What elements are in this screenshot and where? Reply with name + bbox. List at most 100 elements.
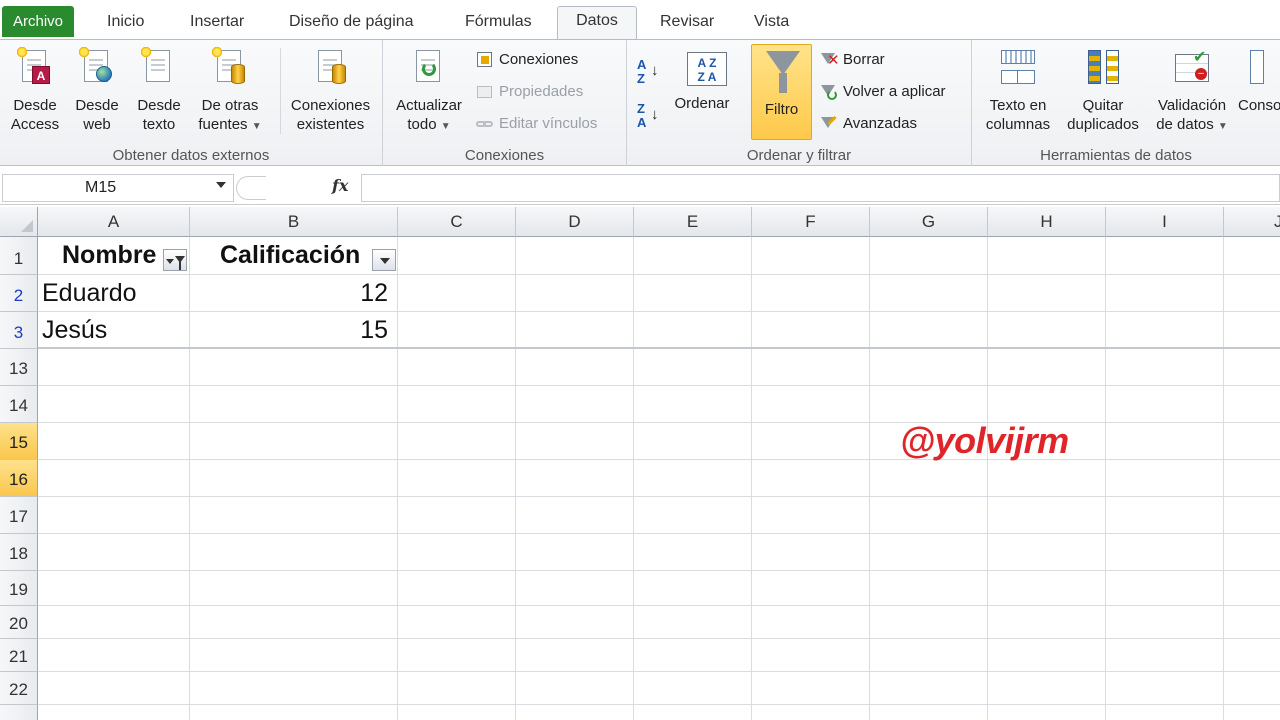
- desde-web-button[interactable]: Desde web: [69, 46, 125, 134]
- chevron-down-icon: ▼: [251, 121, 262, 132]
- actualizar-todo-button[interactable]: Actualizar todo ▼: [391, 48, 467, 136]
- col-header-e[interactable]: E: [634, 207, 752, 237]
- cell-b3[interactable]: 15: [192, 316, 388, 345]
- tab-inicio[interactable]: Inicio: [97, 8, 154, 40]
- chevron-down-icon: ▼: [440, 121, 451, 132]
- header-nombre[interactable]: Nombre: [62, 241, 156, 270]
- fx-area: fx: [236, 174, 360, 202]
- tab-revisar[interactable]: Revisar: [650, 8, 724, 40]
- sort-az-button[interactable]: A Z ↓: [637, 58, 661, 86]
- borrar-button[interactable]: ✕ Borrar: [819, 48, 885, 72]
- texto-columnas-label-1: Texto en: [989, 97, 1047, 114]
- volver-aplicar-button[interactable]: Volver a aplicar: [819, 80, 946, 104]
- tab-vista[interactable]: Vista: [744, 8, 799, 40]
- row-header-13[interactable]: 13: [0, 349, 38, 386]
- tab-insertar[interactable]: Insertar: [180, 8, 254, 40]
- col-header-h[interactable]: H: [988, 207, 1106, 237]
- group-label-conexiones: Conexiones: [464, 147, 545, 164]
- ordenar-button[interactable]: A ZZ A Ordenar: [669, 48, 735, 113]
- actualizar-label-2: todo: [407, 116, 437, 133]
- validacion-datos-label-2: de datos: [1156, 116, 1214, 133]
- consolidate-icon: [1250, 48, 1280, 90]
- editar-vinculos-button[interactable]: Editar vínculos: [475, 112, 597, 136]
- otras-fuentes-button[interactable]: De otras fuentes ▼: [192, 46, 268, 136]
- sort-az-icon: AZ: [637, 57, 647, 86]
- formula-input[interactable]: [361, 174, 1280, 202]
- conexiones-label: Conexiones: [499, 51, 579, 68]
- col-header-f[interactable]: F: [752, 207, 870, 237]
- col-header-i[interactable]: I: [1106, 207, 1224, 237]
- propiedades-label: Propiedades: [499, 83, 584, 100]
- actualizar-label-1: Actualizar: [396, 97, 462, 114]
- text-file-icon: [140, 46, 176, 90]
- formula-bar: M15 fx: [0, 171, 1280, 205]
- tab-archivo[interactable]: Archivo: [2, 6, 75, 37]
- cell-b2[interactable]: 12: [192, 279, 388, 308]
- spreadsheet-grid: A B C D E F G H I J 1 2 3 13 14 15 16 17…: [0, 207, 1280, 720]
- col-header-a[interactable]: A: [38, 207, 190, 237]
- refresh-icon: [412, 48, 446, 90]
- row-header-3[interactable]: 3: [0, 312, 38, 349]
- connections-icon: [475, 51, 495, 69]
- row-header-18[interactable]: 18: [0, 534, 38, 571]
- select-all-corner[interactable]: [0, 207, 38, 237]
- group-label-obtener-datos: Obtener datos externos: [112, 147, 270, 164]
- fx-expand-oval: [236, 176, 266, 200]
- name-box-value: M15: [85, 179, 117, 196]
- row-header-14[interactable]: 14: [0, 386, 38, 423]
- validacion-datos-button[interactable]: ✔ – Validación de datos ▼: [1150, 48, 1234, 136]
- filtro-button[interactable]: Filtro: [751, 44, 812, 140]
- filter-dropdown-nombre[interactable]: [163, 249, 187, 271]
- col-header-b[interactable]: B: [190, 207, 398, 237]
- desde-access-button[interactable]: A Desde Access: [6, 46, 64, 134]
- editar-vinculos-label: Editar vínculos: [499, 115, 598, 132]
- row-header-21[interactable]: 21: [0, 639, 38, 672]
- group-obtener-datos-externos: A Desde Access Desde web Desde texto De …: [0, 40, 383, 166]
- col-header-c[interactable]: C: [398, 207, 516, 237]
- row-header-20[interactable]: 20: [0, 606, 38, 639]
- header-calificacion[interactable]: Calificación: [220, 241, 360, 270]
- row-header-16[interactable]: 16: [0, 460, 38, 497]
- fx-icon[interactable]: fx: [332, 176, 348, 195]
- row-header-2[interactable]: 2: [0, 275, 38, 312]
- ordenar-label: Ordenar: [674, 95, 730, 112]
- col-header-j[interactable]: J: [1224, 207, 1280, 237]
- filter-funnel-icon: [766, 51, 800, 75]
- tab-datos[interactable]: Datos: [557, 6, 637, 39]
- chevron-down-icon: ▼: [1217, 121, 1228, 132]
- col-header-g[interactable]: G: [870, 207, 988, 237]
- quitar-duplicados-label-2: duplicados: [1067, 116, 1139, 133]
- avanzadas-button[interactable]: Avanzadas: [819, 112, 917, 136]
- desde-texto-button[interactable]: Desde texto: [131, 46, 187, 134]
- filter-dropdown-calificacion[interactable]: [372, 249, 396, 271]
- desde-access-label-1: Desde: [13, 97, 57, 114]
- tab-diseno-pagina[interactable]: Diseño de página: [279, 8, 424, 40]
- propiedades-button[interactable]: Propiedades: [475, 80, 583, 104]
- watermark: @yolvijrm: [900, 420, 1069, 461]
- cell-a2[interactable]: Eduardo: [42, 279, 137, 308]
- sort-za-button[interactable]: Z A ↓: [637, 102, 661, 130]
- desde-web-label-1: Desde: [75, 97, 119, 114]
- row-header-17[interactable]: 17: [0, 497, 38, 534]
- texto-columnas-label-2: columnas: [985, 116, 1051, 133]
- row-header-15[interactable]: 15: [0, 423, 38, 460]
- conexiones-button[interactable]: Conexiones: [475, 48, 578, 72]
- chevron-down-icon[interactable]: [216, 182, 226, 188]
- sort-dialog-icon: A ZZ A: [685, 48, 727, 90]
- clear-filter-icon: ✕: [819, 51, 840, 69]
- consolidar-button[interactable]: Conso: [1238, 48, 1280, 115]
- row-header-22[interactable]: 22: [0, 672, 38, 705]
- col-header-d[interactable]: D: [516, 207, 634, 237]
- cell-a3[interactable]: Jesús: [42, 316, 107, 345]
- group-label-herramientas: Herramientas de datos: [1040, 147, 1192, 164]
- tab-formulas[interactable]: Fórmulas: [455, 8, 542, 40]
- conexiones-existentes-button[interactable]: Conexiones existentes: [280, 48, 376, 134]
- texto-columnas-button[interactable]: Texto en columnas: [980, 48, 1056, 134]
- reapply-filter-icon: [819, 83, 839, 101]
- row-header-1[interactable]: 1: [0, 237, 38, 275]
- desde-texto-label-1: Desde: [137, 97, 181, 114]
- row-header-19[interactable]: 19: [0, 571, 38, 606]
- existing-connections-icon: [314, 48, 348, 90]
- quitar-duplicados-button[interactable]: Quitar duplicados: [1062, 48, 1144, 134]
- name-box[interactable]: M15: [2, 174, 234, 202]
